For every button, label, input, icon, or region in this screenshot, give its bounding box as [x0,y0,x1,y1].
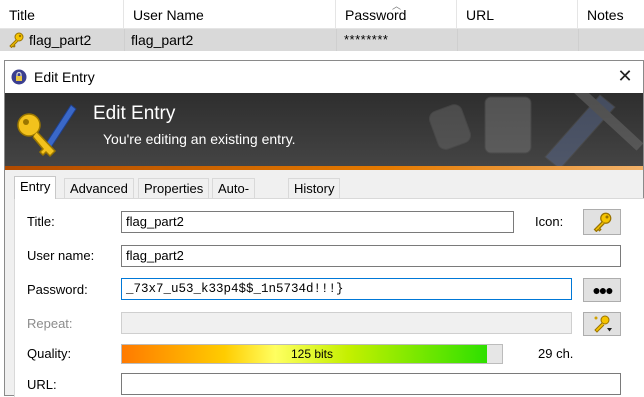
tab-properties[interactable]: Properties [138,178,210,198]
tab-auto-type[interactable]: Auto-Type [212,178,256,216]
row-username: flag_part2 [131,32,194,48]
url-field[interactable] [121,373,621,395]
banner-accent-line [5,166,643,170]
table-row[interactable]: flag_part2 flag_part2 ******** [0,29,644,51]
username-label: User name: [27,248,95,263]
list-header: Title User Name Password ︿ URL Notes [0,0,644,29]
password-field[interactable]: _73x7_u53_k33p4$$_1n5734d!!!} [121,278,572,300]
tab-history[interactable]: History [288,178,341,198]
key-icon [9,32,24,48]
username-field[interactable]: flag_part2 [121,245,621,267]
generate-password-button[interactable] [583,312,621,336]
dialog-title: Edit Entry [34,69,95,85]
password-length: 29 ch. [538,346,574,361]
repeat-password-field[interactable] [121,312,572,334]
generate-password-icon [594,315,612,333]
quality-label: Quality: [27,346,72,361]
icon-label: Icon: [535,214,564,229]
close-icon[interactable]: ✕ [613,64,637,88]
column-header-username[interactable]: User Name [124,0,336,28]
row-password: ******** [344,32,389,47]
repeat-label: Repeat: [27,316,73,331]
row-separator [457,29,458,51]
row-separator [124,29,125,51]
tab-entry[interactable]: Entry [14,176,57,199]
banner-key-art-icon [428,93,643,166]
url-label: URL: [27,377,57,392]
column-header-url[interactable]: URL [457,0,578,28]
banner-title: Edit Entry [93,103,176,124]
row-separator [336,29,337,51]
dialog-titlebar[interactable]: Edit Entry ✕ [5,61,643,93]
lock-icon [11,69,27,85]
icon-picker-button[interactable] [583,209,621,235]
column-header-notes[interactable]: Notes [578,0,644,28]
row-title: flag_part2 [29,32,92,48]
tab-advanced[interactable]: Advanced [64,178,134,198]
column-header-title[interactable]: Title [0,0,124,28]
show-password-button[interactable]: ●●● [583,278,621,302]
title-label: Title: [27,214,55,229]
password-quality-bar: 125 bits [121,344,503,364]
row-separator [578,29,579,51]
edit-entry-key-icon [17,104,77,158]
dialog-banner: Edit Entry You're editing an existing en… [5,93,643,166]
key-icon [593,212,612,233]
password-label: Password: [27,282,88,297]
title-field[interactable]: flag_part2 [121,211,514,233]
quality-bits: 125 bits [290,347,334,361]
sort-arrow-icon: ︿ [392,1,402,11]
banner-subtitle: You're editing an existing entry. [103,131,296,147]
entry-list: Title User Name Password ︿ URL Notes fla… [0,0,644,60]
